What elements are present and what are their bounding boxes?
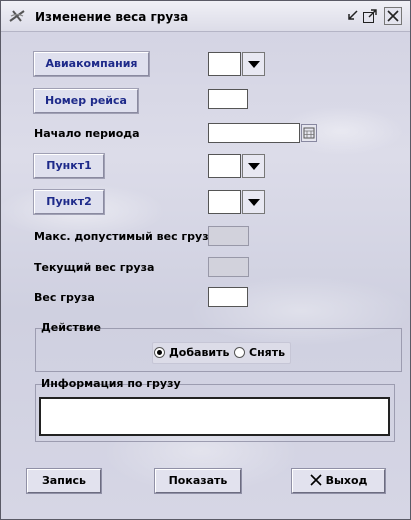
add-radio-label[interactable]: Добавить bbox=[169, 346, 229, 359]
point2-button[interactable]: Пункт2 bbox=[33, 189, 105, 215]
exit-button-label: Выход bbox=[325, 474, 368, 487]
point2-combo[interactable] bbox=[208, 190, 265, 214]
action-group-title: Действие bbox=[41, 321, 101, 334]
chevron-down-icon[interactable] bbox=[242, 52, 265, 76]
max-weight-field bbox=[208, 226, 249, 246]
cargo-info-group-title: Информация по грузу bbox=[41, 377, 181, 390]
airline-combo-value[interactable] bbox=[208, 52, 241, 76]
point1-combo[interactable] bbox=[208, 154, 265, 178]
current-weight-field bbox=[208, 257, 249, 277]
minimize-icon[interactable] bbox=[344, 8, 360, 24]
airline-combo[interactable] bbox=[208, 52, 265, 76]
chevron-down-icon[interactable] bbox=[242, 190, 265, 214]
add-radio[interactable] bbox=[154, 347, 165, 358]
window-title: Изменение веса груза bbox=[35, 10, 189, 24]
title-bar[interactable]: Изменение веса груза bbox=[1, 1, 410, 32]
calendar-icon[interactable] bbox=[301, 124, 317, 142]
record-button[interactable]: Запись bbox=[26, 468, 102, 494]
airline-button[interactable]: Авиакомпания bbox=[33, 51, 150, 77]
cargo-weight-window: Изменение веса груза Авиакомпания Номер bbox=[0, 0, 411, 520]
period-start-input[interactable] bbox=[208, 123, 300, 143]
app-icon bbox=[8, 8, 26, 24]
close-icon[interactable] bbox=[384, 7, 402, 25]
chevron-down-icon[interactable] bbox=[242, 154, 265, 178]
period-start-label: Начало периода bbox=[34, 127, 140, 140]
remove-radio-label[interactable]: Снять bbox=[249, 346, 285, 359]
flight-number-button[interactable]: Номер рейса bbox=[33, 88, 139, 114]
cargo-info-textarea[interactable] bbox=[39, 397, 390, 436]
weight-label: Вес груза bbox=[34, 291, 95, 304]
weight-input[interactable] bbox=[208, 287, 248, 307]
exit-button[interactable]: Выход bbox=[291, 468, 386, 494]
flight-number-input[interactable] bbox=[208, 89, 248, 109]
maximize-icon[interactable] bbox=[362, 8, 378, 24]
max-weight-label: Макс. допустимый вес груза bbox=[34, 230, 217, 243]
close-icon bbox=[309, 472, 322, 494]
show-button[interactable]: Показать bbox=[154, 468, 242, 494]
point2-combo-value[interactable] bbox=[208, 190, 241, 214]
point1-button[interactable]: Пункт1 bbox=[33, 153, 105, 179]
remove-radio[interactable] bbox=[234, 347, 245, 358]
point1-combo-value[interactable] bbox=[208, 154, 241, 178]
current-weight-label: Текущий вес груза bbox=[34, 261, 155, 274]
